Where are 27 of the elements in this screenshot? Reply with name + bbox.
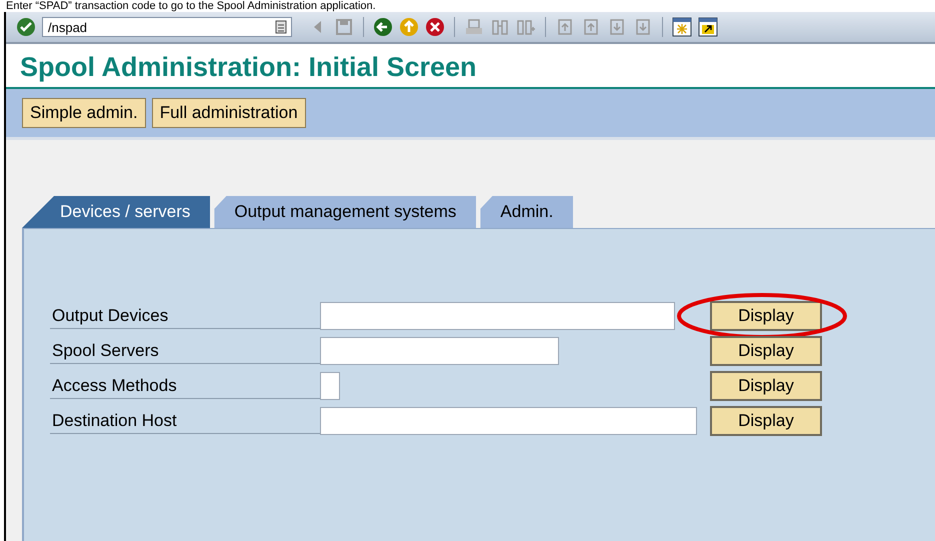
command-field[interactable]: /nspad	[42, 17, 292, 37]
caption-text: Enter “SPAD” transaction code to go to the Spool Administration application.	[5, 0, 377, 12]
field-label: Destination Host	[50, 408, 320, 434]
input-field[interactable]	[320, 302, 675, 330]
field-label: Output Devices	[50, 302, 320, 328]
tab[interactable]: Devices / servers	[22, 196, 210, 228]
input-field[interactable]	[320, 372, 340, 400]
field-label: Access Methods	[50, 372, 320, 398]
display-button[interactable]: Display	[710, 336, 822, 366]
cancel-icon[interactable]	[425, 17, 445, 37]
tab[interactable]: Output management systems	[214, 196, 476, 228]
field-label: Spool Servers	[50, 338, 320, 364]
screen-title: Spool Administration: Initial Screen	[20, 52, 478, 83]
input-field[interactable]	[320, 336, 559, 364]
print-icon[interactable]	[464, 17, 484, 37]
checkmark-icon[interactable]	[16, 17, 36, 37]
back-icon[interactable]	[373, 17, 393, 37]
new-session-icon[interactable]	[672, 17, 692, 37]
display-button[interactable]: Display	[710, 300, 822, 330]
input-field[interactable]	[320, 406, 697, 434]
shortcut-icon[interactable]	[698, 17, 718, 37]
toolbar-button[interactable]: Full administration	[152, 98, 306, 128]
display-button[interactable]: Display	[710, 406, 822, 436]
toolbar-button[interactable]: Simple admin.	[22, 98, 146, 128]
display-button[interactable]: Display	[710, 370, 822, 400]
list-icon[interactable]	[275, 20, 287, 34]
tab[interactable]: Admin.	[480, 196, 574, 228]
